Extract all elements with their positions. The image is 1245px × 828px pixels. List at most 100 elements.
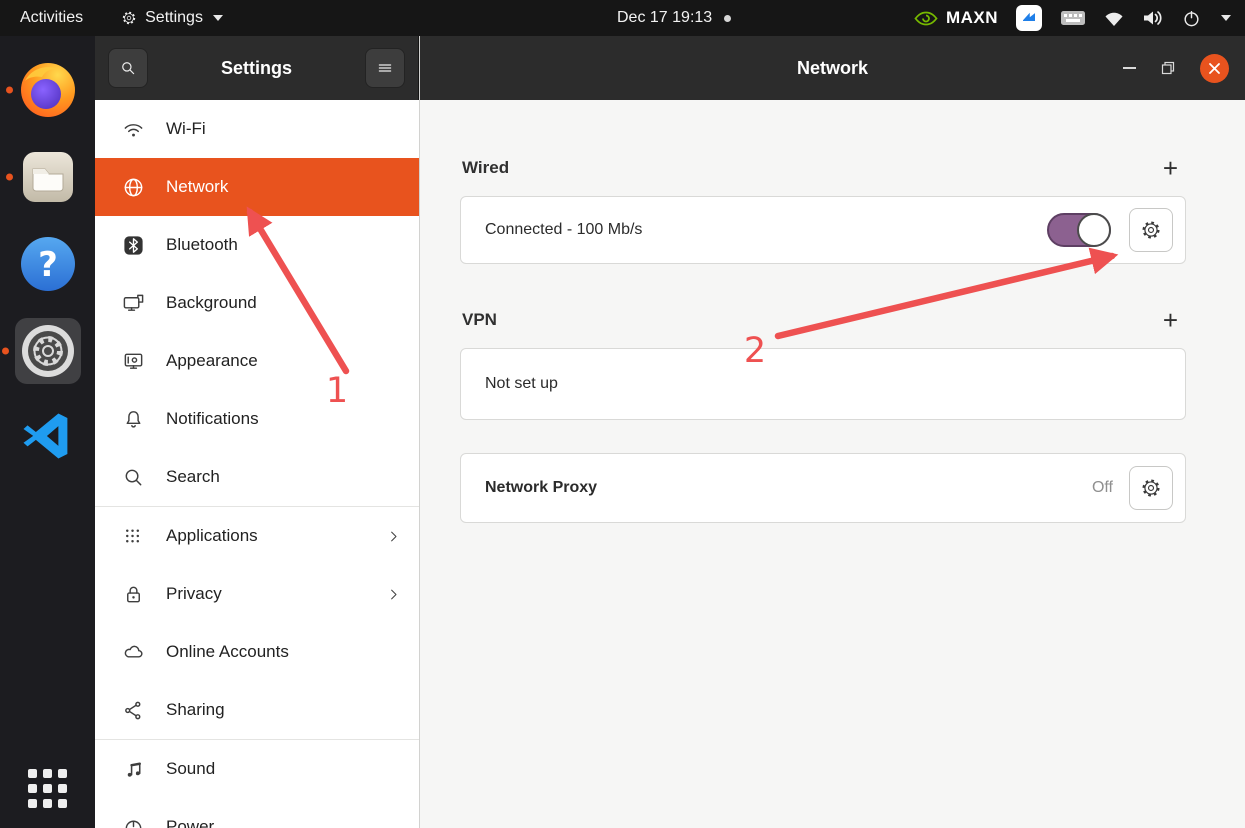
sidebar-item-label: Notifications [166,409,259,429]
clock-button[interactable]: Dec 17 19:13 [617,0,731,36]
minimize-button[interactable] [1123,67,1136,69]
wifi-status-icon[interactable] [1104,10,1124,27]
dock-item-help[interactable]: ? [19,235,77,293]
sidebar-title: Settings [221,58,292,79]
wifi-icon [121,117,145,141]
nvidia-icon [914,10,938,27]
dock-item-files[interactable] [19,148,77,206]
sidebar-item-label: Privacy [166,584,222,604]
top-bar: Activities Settings Dec 17 19:13 MAXN [0,0,1245,36]
add-wired-connection-button[interactable]: + [1163,158,1178,178]
notification-dot-icon [724,15,731,22]
sidebar-item-label: Sound [166,759,215,779]
toggle-knob [1077,213,1111,247]
activities-button[interactable]: Activities [20,9,83,27]
sidebar-item-bluetooth[interactable]: Bluetooth [95,216,419,274]
settings-sidebar: Settings Wi-Fi Network Bluetooth [95,36,420,828]
sidebar-item-sharing[interactable]: Sharing [95,681,419,739]
apps-grid-icon [121,524,145,548]
gear-icon [1140,477,1162,499]
sidebar-item-wifi[interactable]: Wi-Fi [95,100,419,158]
sidebar-item-label: Sharing [166,700,225,720]
sidebar-headerbar: Settings [95,36,419,100]
search-button[interactable] [108,48,148,88]
appearance-icon [121,349,145,373]
sidebar-item-label: Wi-Fi [166,119,206,139]
wired-toggle[interactable] [1047,213,1111,247]
firefox-icon [19,61,77,119]
close-icon [1208,62,1221,75]
maximize-button[interactable] [1160,60,1176,76]
primary-menu-button[interactable] [365,48,405,88]
show-apps-button[interactable] [28,769,67,808]
search-icon [121,465,145,489]
chevron-down-icon [213,15,223,21]
files-icon [19,148,77,206]
search-icon [119,59,137,77]
sidebar-item-online-accounts[interactable]: Online Accounts [95,623,419,681]
chevron-right-icon [386,529,401,544]
running-indicator [2,348,9,355]
bell-icon [121,407,145,431]
main-headerbar: Network [420,36,1245,100]
sidebar-item-label: Background [166,293,257,313]
chevron-right-icon [386,587,401,602]
sidebar-item-applications[interactable]: Applications [95,507,419,565]
dock-item-settings[interactable] [15,318,81,384]
sidebar-item-sound[interactable]: Sound [95,740,419,798]
sidebar-item-label: Bluetooth [166,235,238,255]
add-vpn-button[interactable]: + [1163,310,1178,330]
sidebar-item-notifications[interactable]: Notifications [95,390,419,448]
sidebar-item-power[interactable]: Power [95,798,419,828]
network-panel: Wired + Connected - 100 Mb/s [420,100,1245,828]
wired-section-header: Wired + [460,156,1186,180]
clock-label: Dec 17 19:13 [617,9,712,27]
wired-card: Connected - 100 Mb/s [460,196,1186,264]
settings-window: Settings Wi-Fi Network Bluetooth [95,36,1245,828]
sidebar-item-label: Power [166,817,214,828]
app-menu-label: Settings [145,9,203,27]
share-icon [121,698,145,722]
desktop: Activities Settings Dec 17 19:13 MAXN [0,0,1245,828]
proxy-settings-button[interactable] [1129,466,1173,510]
vpn-section-title: VPN [462,310,497,330]
dock: ? [0,36,95,828]
sidebar-item-appearance[interactable]: Appearance [95,332,419,390]
hamburger-menu-icon [376,59,394,77]
sidebar-item-label: Appearance [166,351,258,371]
sidebar-list: Wi-Fi Network Bluetooth Background Appea [95,100,419,828]
wired-settings-button[interactable] [1129,208,1173,252]
sidebar-item-privacy[interactable]: Privacy [95,565,419,623]
settings-gear-icon [19,322,77,380]
tray-app-icon[interactable] [1016,5,1042,31]
wired-status-label: Connected - 100 Mb/s [485,221,1047,239]
network-proxy-title: Network Proxy [485,479,1092,497]
vpn-status-label: Not set up [485,375,1173,393]
main-pane: Network Wired + [420,36,1245,828]
running-indicator [6,87,13,94]
globe-icon [121,175,145,199]
power-icon[interactable] [1182,9,1201,28]
volume-icon[interactable] [1142,9,1164,27]
sidebar-item-network[interactable]: Network [95,158,419,216]
dock-item-firefox[interactable] [19,61,77,119]
power-icon [121,815,145,828]
bluetooth-icon [121,233,145,257]
dock-item-vscode[interactable] [19,409,77,467]
keyboard-icon[interactable] [1060,9,1086,27]
sidebar-item-label: Search [166,467,220,487]
vpn-card: Not set up [460,348,1186,420]
page-title: Network [420,58,1245,79]
sidebar-item-search[interactable]: Search [95,448,419,506]
help-icon: ? [19,235,77,293]
settings-gear-icon [121,10,137,26]
svg-text:?: ? [38,245,58,285]
cloud-icon [121,640,145,664]
sidebar-item-background[interactable]: Background [95,274,419,332]
app-menu-button[interactable]: Settings [121,9,223,27]
close-button[interactable] [1200,54,1229,83]
network-proxy-card: Network Proxy Off [460,453,1186,523]
sidebar-item-label: Applications [166,526,258,546]
music-note-icon [121,757,145,781]
system-menu-chevron-icon[interactable] [1221,15,1231,21]
